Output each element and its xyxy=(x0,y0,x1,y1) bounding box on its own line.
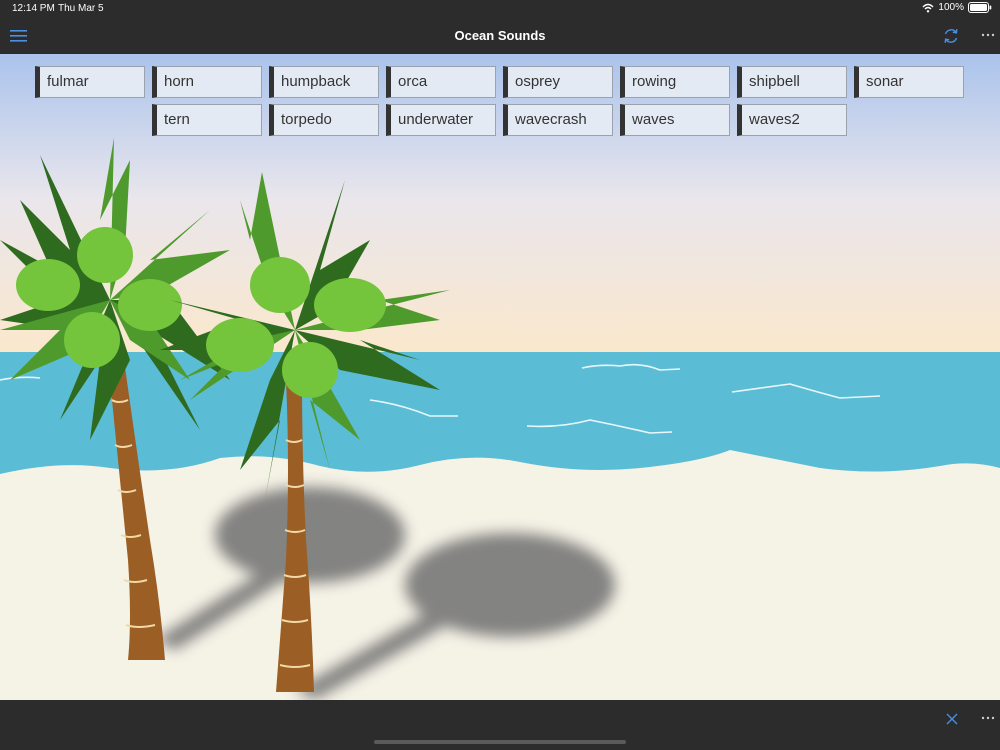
sound-button-torpedo[interactable]: torpedo xyxy=(269,104,379,136)
sound-button-tern[interactable]: tern xyxy=(152,104,262,136)
sound-button-sonar[interactable]: sonar xyxy=(854,66,964,98)
status-date: Thu Mar 5 xyxy=(58,3,104,14)
status-bar: 12:14 PM Thu Mar 5 100% xyxy=(0,0,1000,18)
sound-button-humpback[interactable]: humpback xyxy=(269,66,379,98)
sound-button-osprey[interactable]: osprey xyxy=(503,66,613,98)
page-title: Ocean Sounds xyxy=(454,28,546,43)
home-indicator[interactable] xyxy=(374,740,626,744)
refresh-icon[interactable] xyxy=(940,25,962,47)
beach-scene xyxy=(0,54,1000,700)
ellipsis-icon[interactable] xyxy=(978,710,998,726)
wifi-icon xyxy=(922,3,934,12)
close-icon[interactable] xyxy=(942,709,962,729)
beach-illustration xyxy=(0,54,1000,700)
battery-icon xyxy=(968,2,992,13)
sound-button-rowing[interactable]: rowing xyxy=(620,66,730,98)
sound-button-fulmar[interactable]: fulmar xyxy=(35,66,145,98)
navigation-bar: Ocean Sounds xyxy=(0,18,1000,54)
sound-button-horn[interactable]: horn xyxy=(152,66,262,98)
sound-button-shipbell[interactable]: shipbell xyxy=(737,66,847,98)
status-time: 12:14 PM xyxy=(12,3,55,14)
ellipsis-icon[interactable] xyxy=(978,27,998,43)
sound-button-wavecrash[interactable]: wavecrash xyxy=(503,104,613,136)
battery-percent: 100% xyxy=(938,2,964,13)
status-right: 100% xyxy=(922,2,992,13)
sound-button-orca[interactable]: orca xyxy=(386,66,496,98)
sound-button-underwater[interactable]: underwater xyxy=(386,104,496,136)
sound-button-waves[interactable]: waves xyxy=(620,104,730,136)
sound-button-waves2[interactable]: waves2 xyxy=(737,104,847,136)
